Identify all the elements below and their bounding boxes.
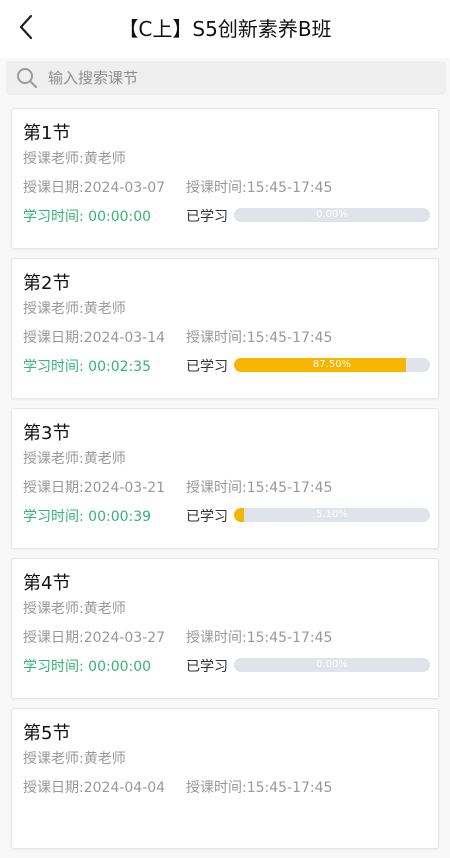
study-time: 学习时间: 00:00:00 — [23, 659, 152, 675]
progress-text: 0.00% — [316, 209, 348, 220]
progress-bar: 0.00% — [234, 658, 430, 672]
study-time: 学习时间: 00:02:35 — [23, 359, 152, 375]
lesson-card[interactable]: 第3节 授课老师:黄老师 授课日期:2024-03-21 授课时间:15:45-… — [11, 408, 439, 549]
learned-label: 已学习 — [186, 359, 228, 375]
progress-bar: 5.10% — [234, 508, 430, 522]
lesson-time: 授课时间:15:45-17:45 — [186, 780, 333, 796]
lesson-teacher: 授课老师:黄老师 — [23, 601, 126, 617]
top-bar: 【C上】S5创新素养B班 — [0, 0, 450, 58]
lesson-teacher: 授课老师:黄老师 — [23, 301, 126, 317]
lesson-date: 授课日期:2024-03-07 — [23, 180, 166, 196]
learned-label: 已学习 — [186, 659, 228, 675]
lesson-title: 第2节 — [23, 273, 71, 294]
progress-bar: 87.50% — [234, 358, 430, 372]
lesson-date: 授课日期:2024-04-04 — [23, 780, 166, 796]
progress-text: 0.00% — [316, 659, 348, 670]
search-icon — [16, 67, 38, 89]
lesson-card[interactable]: 第5节 授课老师:黄老师 授课日期:2024-04-04 授课时间:15:45-… — [11, 708, 439, 849]
lesson-teacher: 授课老师:黄老师 — [23, 451, 126, 467]
lesson-card[interactable]: 第4节 授课老师:黄老师 授课日期:2024-03-27 授课时间:15:45-… — [11, 558, 439, 699]
study-time: 学习时间: 00:00:00 — [23, 209, 152, 225]
search-bar[interactable] — [6, 61, 446, 95]
progress-text: 87.50% — [312, 359, 352, 370]
lesson-date: 授课日期:2024-03-21 — [23, 480, 166, 496]
search-input[interactable] — [48, 69, 428, 87]
learned-label: 已学习 — [186, 509, 228, 525]
lesson-title: 第4节 — [23, 573, 71, 594]
lesson-time: 授课时间:15:45-17:45 — [186, 330, 333, 346]
study-time: 学习时间: 00:00:39 — [23, 509, 152, 525]
lesson-card[interactable]: 第2节 授课老师:黄老师 授课日期:2024-03-14 授课时间:15:45-… — [11, 258, 439, 399]
lesson-date: 授课日期:2024-03-14 — [23, 330, 166, 346]
lesson-title: 第3节 — [23, 423, 71, 444]
lesson-time: 授课时间:15:45-17:45 — [186, 480, 333, 496]
progress-bar: 0.00% — [234, 208, 430, 222]
page-title: 【C上】S5创新素养B班 — [118, 17, 332, 41]
lesson-title: 第5节 — [23, 723, 71, 744]
lesson-card[interactable]: 第1节 授课老师:黄老师 授课日期:2024-03-07 授课时间:15:45-… — [11, 108, 439, 249]
learned-label: 已学习 — [186, 209, 228, 225]
lesson-teacher: 授课老师:黄老师 — [23, 151, 126, 167]
lesson-teacher: 授课老师:黄老师 — [23, 751, 126, 767]
lesson-time: 授课时间:15:45-17:45 — [186, 180, 333, 196]
lesson-date: 授课日期:2024-03-27 — [23, 630, 166, 646]
lesson-time: 授课时间:15:45-17:45 — [186, 630, 333, 646]
lesson-title: 第1节 — [23, 123, 71, 144]
progress-text: 5.10% — [316, 509, 348, 520]
lesson-list: 第1节 授课老师:黄老师 授课日期:2024-03-07 授课时间:15:45-… — [11, 108, 439, 858]
